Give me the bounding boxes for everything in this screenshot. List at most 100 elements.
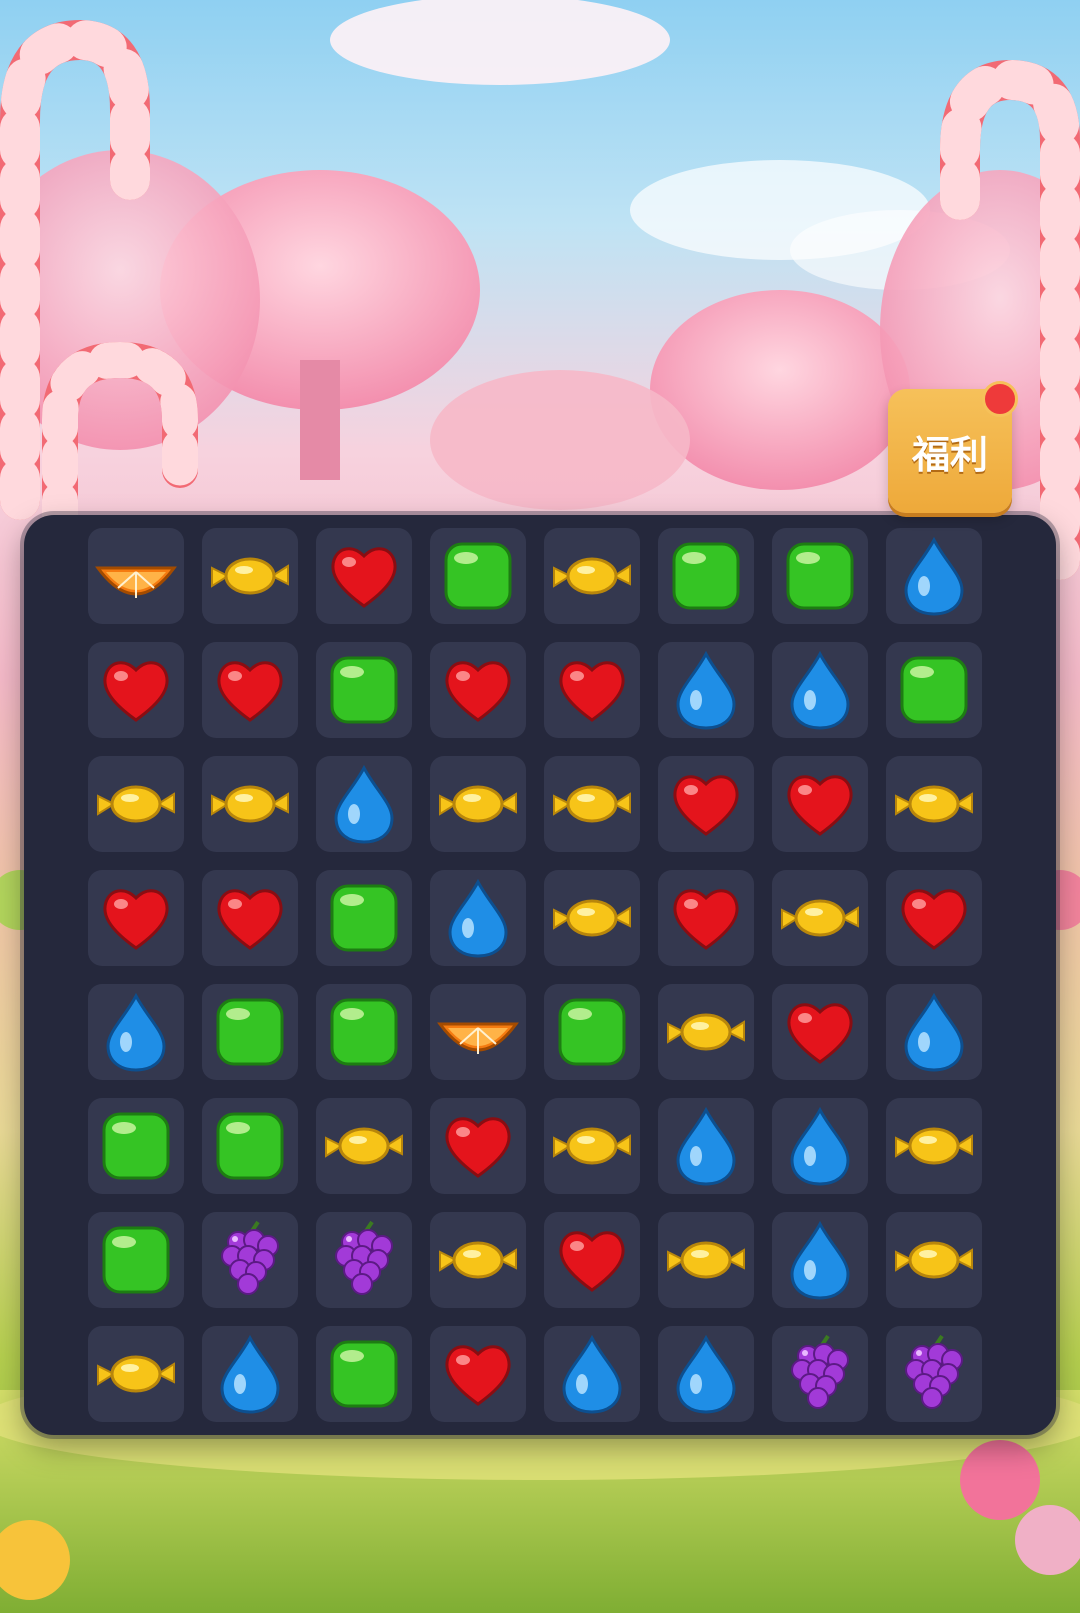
board-cell[interactable] (544, 642, 640, 738)
board-cell[interactable] (88, 1098, 184, 1194)
blue-drop-icon (904, 992, 964, 1072)
board-cell[interactable] (886, 642, 982, 738)
board-cell[interactable] (316, 1326, 412, 1422)
red-heart-icon (217, 889, 283, 950)
board-cell[interactable] (88, 984, 184, 1080)
board-cell[interactable] (772, 642, 868, 738)
board-cell[interactable] (88, 528, 184, 624)
notification-dot (982, 381, 1018, 417)
red-heart-icon (217, 661, 283, 722)
board-cell[interactable] (886, 756, 982, 852)
board-cell[interactable] (544, 984, 640, 1080)
red-heart-icon (331, 547, 397, 608)
board-cell[interactable] (544, 756, 640, 852)
red-heart-icon (559, 661, 625, 722)
board-cell[interactable] (430, 1212, 526, 1308)
board-cell[interactable] (886, 870, 982, 966)
game-board (24, 515, 1056, 1435)
board-cell[interactable] (316, 984, 412, 1080)
green-jelly-icon (216, 1112, 284, 1180)
board-cell[interactable] (886, 984, 982, 1080)
board-cell[interactable] (202, 1098, 298, 1194)
board-cell[interactable] (886, 1326, 982, 1422)
board-cell[interactable] (772, 528, 868, 624)
yellow-wrapped-candy-icon (97, 1355, 175, 1393)
green-jelly-icon (330, 1340, 398, 1408)
orange-slice-icon (437, 1022, 519, 1054)
board-cell[interactable] (430, 984, 526, 1080)
welfare-button[interactable]: 福利 (888, 381, 1018, 513)
board-cell[interactable] (88, 870, 184, 966)
board-cell[interactable] (88, 756, 184, 852)
board-cell[interactable] (202, 528, 298, 624)
green-jelly-icon (786, 542, 854, 610)
board-cell[interactable] (658, 1212, 754, 1308)
board-cell[interactable] (316, 528, 412, 624)
blue-drop-icon (448, 878, 508, 958)
board-cell[interactable] (202, 984, 298, 1080)
board-cell[interactable] (658, 756, 754, 852)
board-cell[interactable] (88, 1212, 184, 1308)
board-cell[interactable] (88, 642, 184, 738)
yellow-wrapped-candy-icon (667, 1013, 745, 1051)
green-jelly-icon (444, 542, 512, 610)
green-jelly-icon (102, 1112, 170, 1180)
board-cell[interactable] (202, 1212, 298, 1308)
board-cell[interactable] (772, 984, 868, 1080)
board-cell[interactable] (430, 1326, 526, 1422)
board-cell[interactable] (430, 642, 526, 738)
board-cell[interactable] (658, 1326, 754, 1422)
board-cell[interactable] (886, 1212, 982, 1308)
board-cell[interactable] (544, 870, 640, 966)
board-cell[interactable] (316, 642, 412, 738)
board-cell[interactable] (544, 1098, 640, 1194)
blue-drop-icon (790, 1220, 850, 1300)
board-cell[interactable] (658, 1098, 754, 1194)
board-cell[interactable] (202, 756, 298, 852)
board-cell[interactable] (886, 528, 982, 624)
board-cell[interactable] (430, 1098, 526, 1194)
board-cell[interactable] (88, 1326, 184, 1422)
board-cell[interactable] (202, 642, 298, 738)
board-cell[interactable] (772, 870, 868, 966)
green-jelly-icon (216, 998, 284, 1066)
board-cell[interactable] (886, 1098, 982, 1194)
board-cell[interactable] (658, 642, 754, 738)
board-cell[interactable] (430, 528, 526, 624)
purple-grape-icon (791, 1334, 849, 1409)
board-cell[interactable] (202, 1326, 298, 1422)
welfare-button-label: 福利 (911, 432, 988, 477)
board-cell[interactable] (772, 1326, 868, 1422)
green-jelly-icon (672, 542, 740, 610)
board-cell[interactable] (316, 1212, 412, 1308)
blue-drop-icon (676, 650, 736, 730)
board-cell[interactable] (430, 756, 526, 852)
board-cell[interactable] (772, 1098, 868, 1194)
board-cell[interactable] (544, 1212, 640, 1308)
board-cell[interactable] (544, 1326, 640, 1422)
yellow-wrapped-candy-icon (553, 785, 631, 823)
yellow-wrapped-candy-icon (211, 557, 289, 595)
red-heart-icon (787, 775, 853, 836)
red-heart-icon (445, 1117, 511, 1178)
board-cell[interactable] (658, 870, 754, 966)
board-cell[interactable] (316, 870, 412, 966)
yellow-wrapped-candy-icon (439, 1241, 517, 1279)
board-cell[interactable] (316, 756, 412, 852)
green-jelly-icon (102, 1226, 170, 1294)
board-cell[interactable] (658, 528, 754, 624)
blue-drop-icon (676, 1334, 736, 1414)
yellow-wrapped-candy-icon (97, 785, 175, 823)
board-cell[interactable] (772, 1212, 868, 1308)
board-cell[interactable] (316, 1098, 412, 1194)
green-jelly-icon (330, 998, 398, 1066)
blue-drop-icon (220, 1334, 280, 1414)
board-cell[interactable] (202, 870, 298, 966)
board-cell[interactable] (658, 984, 754, 1080)
red-heart-icon (445, 1345, 511, 1406)
blue-drop-icon (562, 1334, 622, 1414)
board-cell[interactable] (430, 870, 526, 966)
board-cell[interactable] (544, 528, 640, 624)
board-cell[interactable] (772, 756, 868, 852)
yellow-wrapped-candy-icon (667, 1241, 745, 1279)
